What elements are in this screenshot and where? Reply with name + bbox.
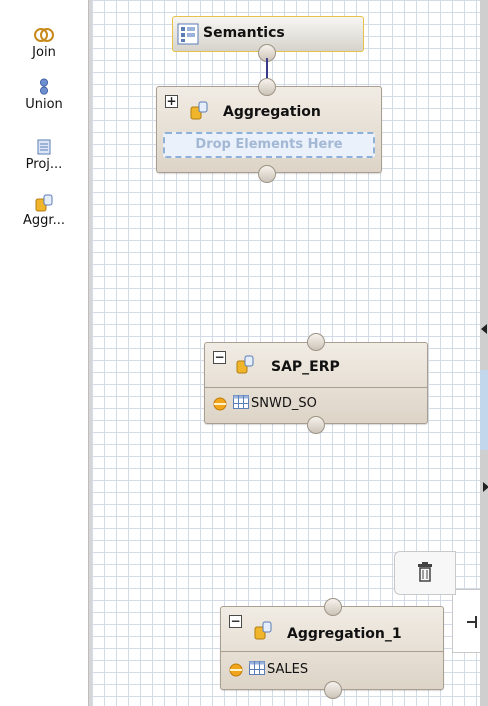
aggregation-1-node[interactable]: − Aggregation_1 SALES: [220, 606, 444, 690]
expand-toggle[interactable]: +: [165, 95, 178, 108]
aggregation-node[interactable]: + Aggregation Drop Elements Here: [156, 86, 382, 173]
palette-item-label: Proj...: [25, 157, 63, 172]
collapse-toggle[interactable]: −: [229, 615, 242, 628]
expand-right-arrow-icon[interactable]: [483, 482, 488, 492]
aggregation-1-input-port[interactable]: [324, 681, 342, 699]
table-name: SALES: [267, 662, 309, 677]
key-column-icon: [213, 397, 227, 411]
sap-erp-input-port[interactable]: [307, 416, 325, 434]
aggregation-output-port[interactable]: [258, 78, 276, 96]
drop-elements-zone[interactable]: Drop Elements Here: [163, 132, 375, 158]
aggregation-1-title: Aggregation_1: [287, 626, 402, 642]
palette-item-aggregation[interactable]: Aggr...: [0, 194, 88, 228]
collapse-left-arrow-icon[interactable]: [481, 324, 487, 334]
aggregation-title: Aggregation: [223, 104, 321, 120]
trash-icon: [418, 562, 432, 582]
collapse-toggle[interactable]: −: [213, 351, 226, 364]
aggregation-icon: [35, 194, 53, 212]
join-icon: [34, 28, 54, 42]
aggregation-input-port[interactable]: [258, 165, 276, 183]
palette-item-label: Aggr...: [23, 213, 65, 228]
projection-icon: [37, 139, 51, 155]
connector-line: [266, 58, 268, 78]
palette-item-label: Join: [32, 45, 56, 60]
connect-arrow-head: [475, 616, 477, 628]
node-palette: Join Union Proj... Aggr...: [0, 0, 88, 706]
right-panel-gutter[interactable]: [480, 0, 488, 706]
palette-item-union[interactable]: Union: [0, 78, 88, 112]
sap-erp-node[interactable]: − SAP_ERP SNWD_SO: [204, 342, 428, 424]
aggregation-icon: [190, 101, 208, 120]
table-name: SNWD_SO: [251, 396, 317, 411]
sap-erp-output-port[interactable]: [307, 333, 325, 351]
table-icon: [249, 661, 265, 675]
node-separator: [221, 651, 443, 652]
table-icon: [233, 395, 249, 409]
aggregation-icon: [254, 621, 272, 640]
semantics-icon: [177, 23, 199, 45]
node-separator: [205, 387, 427, 388]
palette-item-projection[interactable]: Proj...: [0, 138, 88, 172]
sap-erp-title: SAP_ERP: [271, 359, 340, 375]
union-icon: [39, 78, 49, 95]
palette-item-join[interactable]: Join: [0, 26, 88, 60]
aggregation-1-output-port[interactable]: [324, 598, 342, 616]
data-source-icon: [236, 355, 254, 374]
semantics-title: Semantics: [203, 25, 285, 41]
scroll-position-indicator[interactable]: [480, 370, 488, 450]
palette-item-label: Union: [25, 97, 63, 112]
key-column-icon: [229, 663, 243, 677]
delete-button[interactable]: [394, 551, 456, 595]
